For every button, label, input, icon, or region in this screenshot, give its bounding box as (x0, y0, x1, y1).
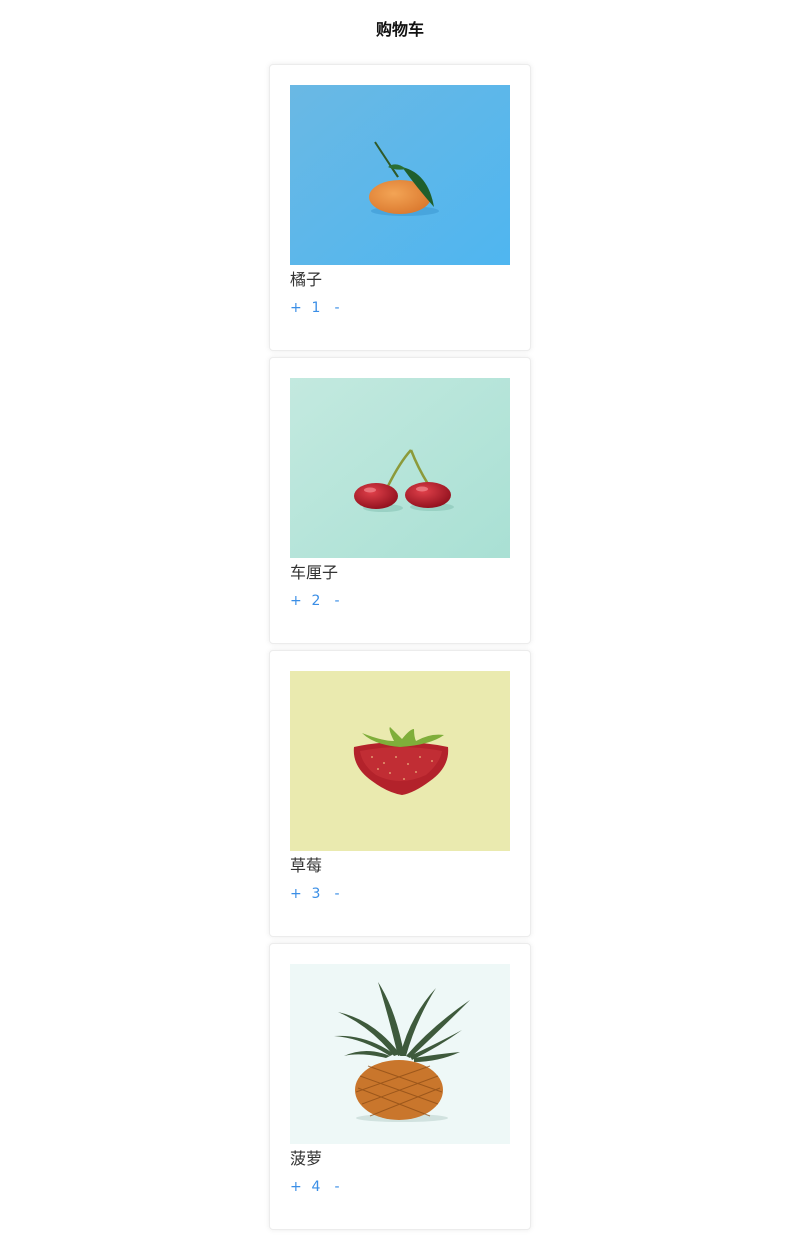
orange-image (290, 85, 510, 265)
cart-item-card: 草莓 + 3 - (269, 650, 531, 937)
quantity-stepper: + 4 - (290, 1179, 510, 1195)
item-count: 4 (311, 1179, 321, 1195)
decrease-button[interactable]: - (332, 593, 342, 609)
quantity-stepper: + 3 - (290, 886, 510, 902)
cart-page: 购物车 橘子 + 1 - 车厘子 + 2 - 草莓 + 3 - 菠萝 + 4 - (0, 0, 800, 1238)
cherries-image (290, 378, 510, 558)
increase-button[interactable]: + (290, 300, 302, 316)
item-name: 草莓 (290, 856, 323, 875)
decrease-button[interactable]: - (332, 1179, 342, 1195)
cart-item-card: 车厘子 + 2 - (269, 357, 531, 644)
item-count: 3 (311, 886, 321, 902)
decrease-button[interactable]: - (332, 300, 342, 316)
item-count: 1 (311, 300, 321, 316)
strawberry-image (290, 671, 510, 851)
item-name: 橘子 (290, 270, 323, 289)
increase-button[interactable]: + (290, 593, 302, 609)
decrease-button[interactable]: - (332, 886, 342, 902)
item-count: 2 (311, 593, 321, 609)
increase-button[interactable]: + (290, 1179, 302, 1195)
item-name: 车厘子 (290, 563, 339, 582)
page-title: 购物车 (375, 20, 424, 39)
cart-item-card: 橘子 + 1 - (269, 64, 531, 351)
cart-item-card: 菠萝 + 4 - (269, 943, 531, 1230)
pineapple-image (290, 964, 510, 1144)
cart-list: 橘子 + 1 - 车厘子 + 2 - 草莓 + 3 - 菠萝 + 4 - (269, 64, 531, 1236)
quantity-stepper: + 2 - (290, 593, 510, 609)
quantity-stepper: + 1 - (290, 300, 510, 316)
item-name: 菠萝 (290, 1149, 323, 1168)
increase-button[interactable]: + (290, 886, 302, 902)
